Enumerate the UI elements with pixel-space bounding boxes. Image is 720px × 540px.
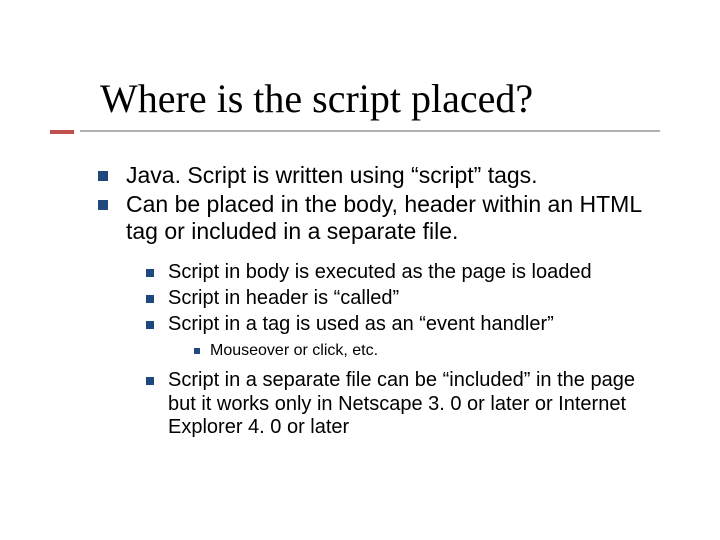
bullet-text: Java. Script is written using “script” t…: [126, 162, 668, 189]
slide-title: Where is the script placed?: [100, 78, 533, 120]
level3-group: Mouseover or click, etc.: [194, 342, 668, 361]
bullet-text: Can be placed in the body, header within…: [126, 191, 668, 245]
bullet-level1: Java. Script is written using “script” t…: [98, 162, 668, 189]
bullet-level2: Script in header is “called”: [146, 287, 668, 311]
slide: Where is the script placed? Java. Script…: [0, 0, 720, 540]
bullet-level2: Script in a separate file can be “includ…: [146, 369, 668, 440]
bullet-text: Script in header is “called”: [168, 287, 668, 311]
bullet-text: Script in body is executed as the page i…: [168, 261, 668, 285]
title-underline: [80, 130, 660, 132]
square-bullet-icon: [98, 171, 108, 181]
title-accent: [50, 130, 74, 134]
bullet-text: Mouseover or click, etc.: [210, 342, 668, 361]
bullet-level2: Script in body is executed as the page i…: [146, 261, 668, 285]
square-bullet-icon: [146, 269, 154, 277]
slide-body: Java. Script is written using “script” t…: [98, 162, 668, 442]
square-bullet-icon: [146, 295, 154, 303]
square-bullet-icon: [98, 200, 108, 210]
bullet-text: Script in a separate file can be “includ…: [168, 369, 668, 440]
square-bullet-icon: [146, 321, 154, 329]
bullet-level2: Script in a tag is used as an “event han…: [146, 313, 668, 337]
bullet-level3: Mouseover or click, etc.: [194, 342, 668, 361]
square-bullet-icon: [194, 348, 200, 354]
bullet-level1: Can be placed in the body, header within…: [98, 191, 668, 245]
bullet-text: Script in a tag is used as an “event han…: [168, 313, 668, 337]
level2-group: Script in body is executed as the page i…: [146, 261, 668, 439]
square-bullet-icon: [146, 377, 154, 385]
